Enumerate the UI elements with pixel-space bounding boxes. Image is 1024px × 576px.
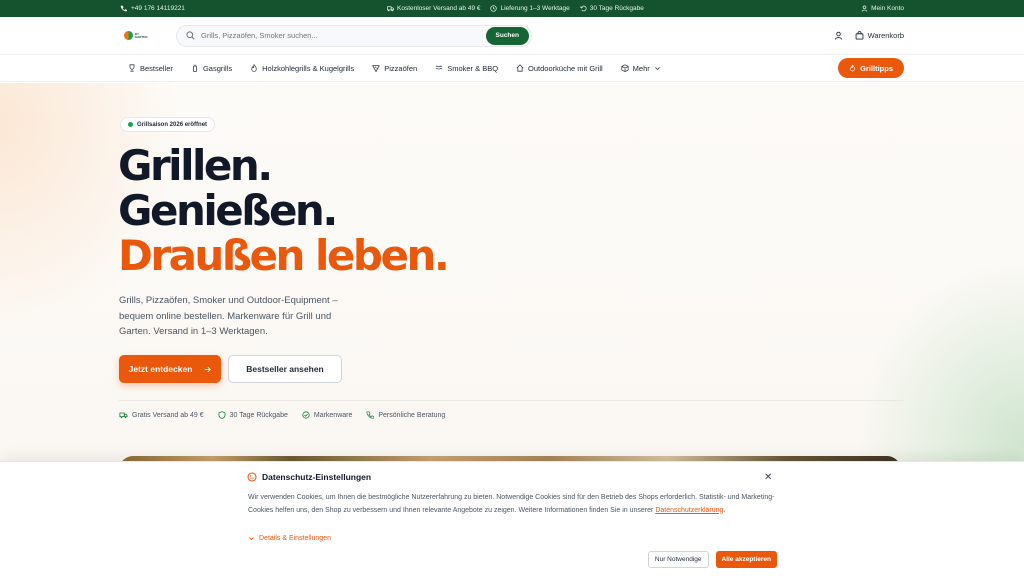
discover-button-label: Jetzt entdecken <box>128 364 193 374</box>
nav-item-bestseller[interactable]: Bestseller <box>128 64 173 73</box>
flame-icon <box>850 64 855 72</box>
trust-badges: Gratis Versand ab 49 € 30 Tage Rückgabe … <box>119 411 445 419</box>
cookie-icon <box>247 472 257 482</box>
cart-button[interactable]: Warenkorb <box>855 31 904 40</box>
privacy-policy-link[interactable]: Datenschutzerklärung <box>655 507 723 514</box>
user-icon <box>861 5 868 12</box>
header-actions: Warenkorb <box>834 31 904 40</box>
headline-line-1: Grillen. <box>118 141 273 190</box>
gas-bottle-icon <box>192 64 197 72</box>
hero-divider <box>119 400 904 401</box>
necessary-only-button[interactable]: Nur Notwendige <box>647 551 709 568</box>
chevron-down-icon <box>654 66 660 70</box>
check-circle-icon <box>302 411 310 419</box>
site-header: BY GARTEN Suchen Warenkorb <box>0 17 1024 55</box>
nav-item-label: Bestseller <box>140 63 173 73</box>
grilltipps-button[interactable]: Grilltipps <box>838 58 904 78</box>
trust-item-brand: Markenware <box>302 411 353 419</box>
logo-text: BY GARTEN <box>134 31 148 39</box>
search-input[interactable] <box>201 31 486 40</box>
close-icon[interactable]: ✕ <box>764 472 772 483</box>
hero-cta-group: Jetzt entdecken Bestseller ansehen <box>119 355 342 383</box>
usp-shipping: Kostenloser Versand ab 49 € <box>387 5 480 12</box>
grilltipps-label: Grilltipps <box>860 63 893 73</box>
usp-returns: 30 Tage Rückgabe <box>579 5 644 12</box>
nav-item-smoker[interactable]: Smoker & BBQ <box>435 64 498 73</box>
shopping-bag-icon <box>855 31 863 40</box>
trust-item-advice: Persönliche Beratung <box>366 411 445 419</box>
cookie-text-end: . <box>723 506 726 514</box>
account-label: Mein Konto <box>871 5 904 12</box>
trust-item-label: Gratis Versand ab 49 € <box>132 411 204 419</box>
usp-delivery-text: Lieferung 1–3 Werktage <box>500 5 570 12</box>
trust-item-label: Markenware <box>313 411 353 419</box>
truck-icon <box>119 412 128 419</box>
logo-mark-icon <box>124 31 133 40</box>
nav-item-label: Smoker & BBQ <box>447 63 499 73</box>
nav-item-pizzaoefen[interactable]: Pizzaöfen <box>372 64 417 73</box>
headline-line-3: Draußen leben. <box>118 231 450 280</box>
bestseller-button[interactable]: Bestseller ansehen <box>228 355 342 383</box>
status-dot-icon <box>128 122 133 127</box>
nav-item-holzkohlegrills[interactable]: Holzkohlegrills & Kugelgrills <box>250 64 354 73</box>
usp-shipping-text: Kostenloser Versand ab 49 € <box>397 5 481 12</box>
trust-item-returns: 30 Tage Rückgabe <box>218 411 288 419</box>
nav-item-label: Holzkohlegrills & Kugelgrills <box>262 63 355 73</box>
cookie-title-text: Datenschutz-Einstellungen <box>262 472 372 482</box>
main-nav: Bestseller Gasgrills Holzkohlegrills & K… <box>0 55 1024 82</box>
smoke-icon <box>435 65 443 70</box>
season-badge: Grillsaison 2026 eröffnet <box>120 117 216 132</box>
user-icon[interactable] <box>834 31 843 40</box>
nav-item-label: Outdoorküche mit Grill <box>528 63 603 73</box>
discover-button[interactable]: Jetzt entdecken <box>119 355 221 383</box>
search-button[interactable]: Suchen <box>485 26 529 45</box>
season-badge-text: Grillsaison 2026 eröffnet <box>137 121 208 128</box>
trust-item-shipping: Gratis Versand ab 49 € <box>119 411 204 419</box>
usp-returns-text: 30 Tage Rückgabe <box>589 5 644 12</box>
top-info-bar: +49 176 14119221 Kostenloser Versand ab … <box>0 0 1024 17</box>
trust-item-label: Persönliche Beratung <box>378 411 446 419</box>
phone-link[interactable]: +49 176 14119221 <box>120 5 185 12</box>
nav-item-label: Mehr <box>632 63 650 73</box>
headline-line-2: Genießen. <box>118 186 338 235</box>
shield-icon <box>218 411 226 419</box>
trust-item-label: 30 Tage Rückgabe <box>229 411 288 419</box>
usp-delivery: Lieferung 1–3 Werktage <box>490 5 570 12</box>
arrow-right-icon <box>205 366 212 372</box>
nav-item-mehr[interactable]: Mehr <box>621 64 661 73</box>
return-icon <box>579 5 587 12</box>
details-toggle[interactable]: Details & Einstellungen <box>248 535 331 542</box>
house-icon <box>516 64 524 72</box>
cookie-text: Wir verwenden Cookies, um Ihnen die best… <box>248 492 778 517</box>
topbar-usps: Kostenloser Versand ab 49 € Lieferung 1–… <box>387 5 644 12</box>
cookie-buttons: Nur Notwendige Alle akzeptieren <box>647 551 777 568</box>
hero-lead-text: Grills, Pizzaöfen, Smoker und Outdoor-Eq… <box>119 295 338 337</box>
phone-number: +49 176 14119221 <box>131 5 185 12</box>
pizza-icon <box>372 65 381 72</box>
truck-icon <box>387 6 394 12</box>
phone-icon <box>120 5 127 12</box>
nav-item-outdoorkueche[interactable]: Outdoorküche mit Grill <box>516 64 603 73</box>
accept-all-button[interactable]: Alle akzeptieren <box>715 551 777 568</box>
nav-item-gasgrills[interactable]: Gasgrills <box>191 64 232 73</box>
search-bar: Suchen <box>176 24 532 47</box>
details-toggle-label: Details & Einstellungen <box>259 535 331 542</box>
box-icon <box>621 64 629 72</box>
cookie-banner: Datenschutz-Einstellungen ✕ Wir verwende… <box>0 461 1024 576</box>
cart-label: Warenkorb <box>867 31 904 40</box>
search-icon <box>186 31 195 40</box>
hero-headline: Grillen. Genießen. Draußen leben. <box>118 141 450 280</box>
nav-item-label: Gasgrills <box>202 63 233 73</box>
flame-icon <box>251 64 257 72</box>
clock-icon <box>490 5 498 12</box>
logo[interactable]: BY GARTEN <box>124 26 152 46</box>
nav-item-label: Pizzaöfen <box>384 63 418 73</box>
phone-icon <box>366 411 375 419</box>
cookie-title: Datenschutz-Einstellungen <box>247 472 371 482</box>
chevron-down-icon <box>249 537 254 541</box>
account-link[interactable]: Mein Konto <box>861 5 904 12</box>
trophy-icon <box>129 64 135 72</box>
